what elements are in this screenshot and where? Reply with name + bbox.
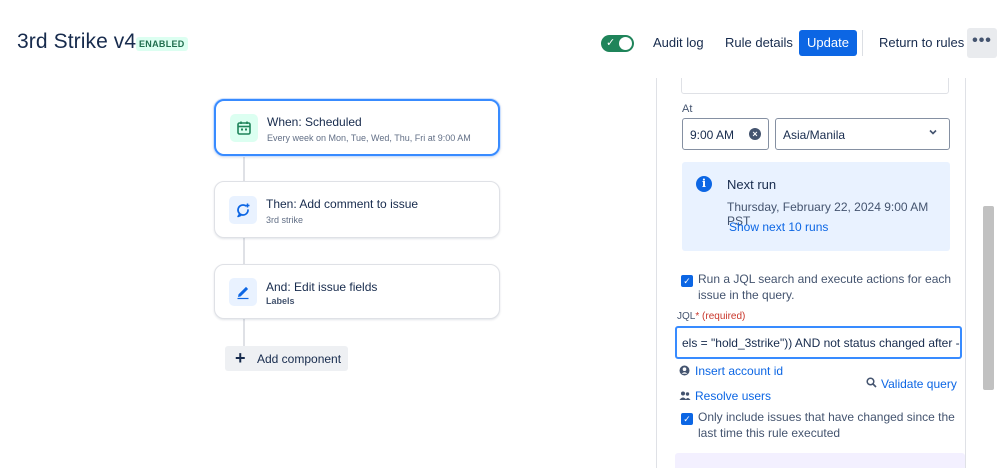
run-jql-label: Run a JQL search and execute actions for… (698, 272, 952, 302)
validate-query-link[interactable]: Validate query (881, 377, 957, 391)
required-text: (required) (702, 311, 746, 322)
action-title: And: Edit issue fields (266, 280, 378, 294)
config-panel: At 9:00 AM × Asia/Manila i Next run Thur… (656, 78, 966, 468)
chevron-down-icon (928, 127, 938, 140)
add-component-label: Add component (257, 352, 342, 366)
action-title: Then: Add comment to issue (266, 197, 419, 211)
action-card-add-comment[interactable]: Then: Add comment to issue 3rd strike (214, 181, 500, 238)
action-subtitle: Labels (266, 296, 295, 306)
resolve-users-link[interactable]: Resolve users (695, 389, 771, 403)
connector-line (243, 156, 245, 182)
toggle-knob (619, 37, 632, 50)
page-title: 3rd Strike v4 (17, 30, 137, 53)
trigger-subtitle: Every week on Mon, Tue, Wed, Thu, Fri at… (267, 133, 471, 143)
insert-account-id-link[interactable]: Insert account id (695, 364, 783, 378)
jql-value: els = "hold_3strike")) AND not status ch… (682, 336, 962, 350)
time-input[interactable]: 9:00 AM × (682, 118, 769, 150)
only-changed-label: Only include issues that have changed si… (698, 410, 955, 440)
trigger-title: When: Scheduled (267, 115, 362, 129)
time-value: 9:00 AM (690, 128, 735, 142)
status-badge: ENABLED (136, 37, 188, 51)
plus-icon: + (235, 348, 246, 368)
action-subtitle: 3rd strike (266, 215, 304, 225)
return-to-rules-button[interactable]: Return to rules (871, 30, 972, 56)
update-button[interactable]: Update (799, 30, 857, 56)
divider (862, 30, 863, 56)
audit-log-button[interactable]: Audit log (645, 30, 712, 56)
header: 3rd Strike v4 ENABLED ✓ Audit log Rule d… (0, 0, 998, 86)
comment-icon (229, 196, 257, 224)
enable-toggle[interactable]: ✓ (601, 35, 634, 52)
add-component-button[interactable]: + Add component (225, 346, 348, 371)
connector-line (243, 318, 245, 346)
action-card-edit-issue-fields[interactable]: And: Edit issue fields Labels (214, 264, 500, 319)
checkmark-icon: ✓ (606, 37, 616, 49)
search-icon (866, 377, 877, 391)
trigger-card-scheduled[interactable]: When: Scheduled Every week on Mon, Tue, … (214, 99, 500, 156)
user-icon (679, 365, 690, 379)
pencil-icon (229, 278, 257, 306)
only-changed-checkbox[interactable]: ✓ (681, 413, 693, 425)
jql-input[interactable]: els = "hold_3strike")) AND not status ch… (675, 326, 962, 359)
weekday-selector[interactable] (681, 78, 949, 94)
users-icon (679, 390, 691, 404)
info-icon: i (696, 176, 712, 192)
required-asterisk: * (695, 311, 700, 322)
panel-scrollbar[interactable] (983, 206, 994, 390)
jql-label-text: JQL (677, 311, 696, 322)
next-run-heading: Next run (727, 177, 777, 192)
calendar-icon (230, 114, 258, 142)
connector-line (243, 238, 245, 265)
clear-icon[interactable]: × (749, 128, 761, 140)
panel-footer-box (675, 453, 965, 468)
more-actions-button[interactable]: ••• (967, 28, 997, 58)
timezone-select[interactable]: Asia/Manila (775, 118, 950, 150)
rule-details-button[interactable]: Rule details (717, 30, 801, 56)
show-next-runs-link[interactable]: Show next 10 runs (729, 220, 828, 234)
jql-label: JQL* (required) (677, 311, 745, 322)
timezone-value: Asia/Manila (783, 128, 846, 142)
next-run-info: i Next run Thursday, February 22, 2024 9… (682, 162, 950, 251)
run-jql-checkbox[interactable]: ✓ (681, 275, 693, 287)
at-label: At (682, 103, 693, 115)
